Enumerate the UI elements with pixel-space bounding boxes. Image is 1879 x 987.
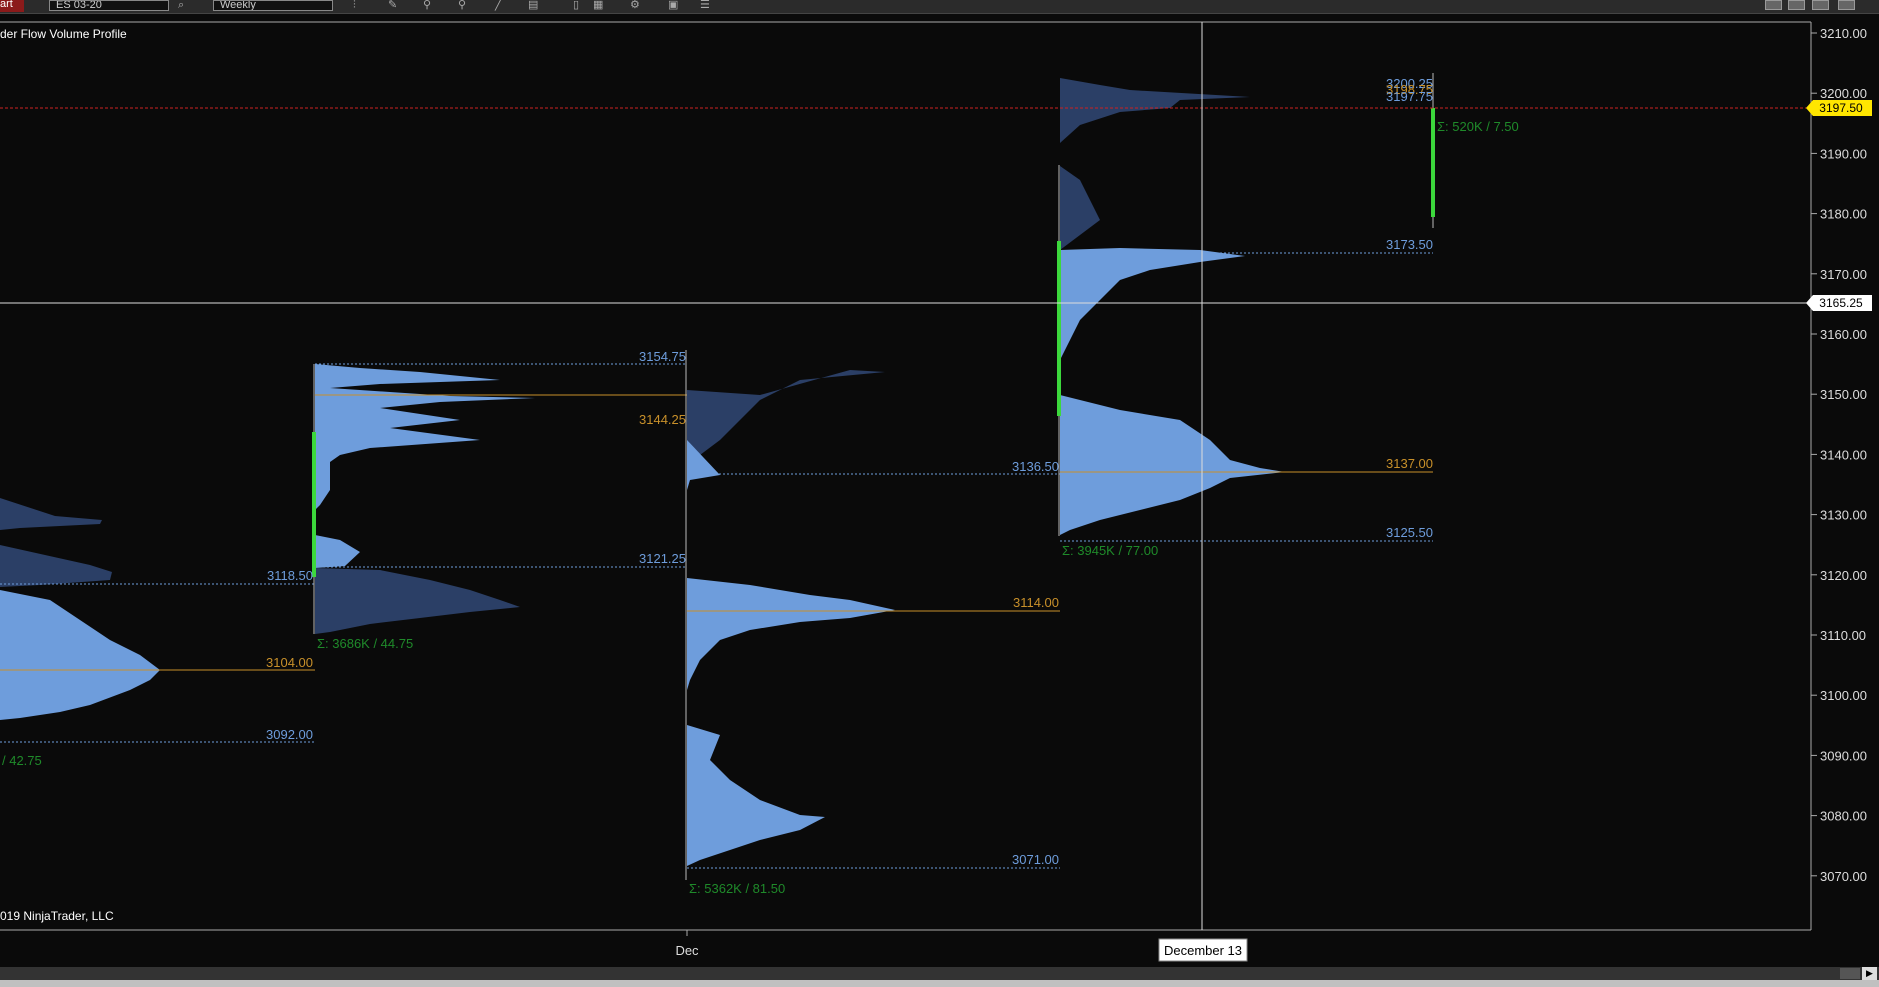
- sigma-label: Σ: 3945K / 77.00: [1062, 543, 1158, 558]
- last-price-badge: 3197.50: [1806, 100, 1872, 116]
- y-tick-label: 3110.00: [1820, 628, 1866, 643]
- crosshair-price-value: 3165.25: [1819, 296, 1863, 310]
- va-low-label: 3173.50: [1386, 237, 1433, 252]
- sigma-label: Σ: 5362K / 81.50: [689, 881, 785, 896]
- bottom-tab-strip[interactable]: [0, 980, 1879, 987]
- poc-label: 3137.00: [1386, 456, 1433, 471]
- time-axis[interactable]: Dec December 13: [675, 930, 1248, 962]
- y-tick-label: 3200.00: [1820, 86, 1867, 101]
- va-low-label: 3121.25: [639, 551, 686, 566]
- y-tick-label: 3170.00: [1820, 267, 1867, 282]
- y-tick-label: 3070.00: [1820, 869, 1867, 884]
- scrollbar-thumb[interactable]: [1840, 968, 1860, 979]
- chart-panel[interactable]: 3104.00 3092.00 / 42.75 3154.75 3144.25 …: [0, 0, 1879, 967]
- scroll-right-arrow-icon[interactable]: ▶: [1862, 967, 1877, 980]
- sigma-label: / 42.75: [2, 753, 42, 768]
- candle-body: [1431, 108, 1435, 217]
- y-tick-label: 3210.00: [1820, 26, 1867, 41]
- y-tick-label: 3100.00: [1820, 688, 1867, 703]
- sigma-label: Σ: 520K / 7.50: [1437, 119, 1519, 134]
- y-tick-label: 3190.00: [1820, 146, 1867, 161]
- va-low-label: 3071.00: [1012, 852, 1059, 867]
- mid-label: 3197.75: [1386, 89, 1433, 104]
- crosshair-date-value: December 13: [1164, 943, 1242, 958]
- volume-profile-2: [0, 363, 687, 634]
- x-tick-label: Dec: [675, 943, 699, 958]
- indicator-label: der Flow Volume Profile: [0, 27, 127, 41]
- y-tick-label: 3150.00: [1820, 387, 1867, 402]
- sigma-label: Σ: 3686K / 44.75: [317, 636, 413, 651]
- va-low-label: 3125.50: [1386, 525, 1433, 540]
- va-high-label: 3154.75: [639, 349, 686, 364]
- last-price-value: 3197.50: [1819, 101, 1863, 115]
- y-tick-label: 3120.00: [1820, 568, 1867, 583]
- candle-body: [312, 432, 316, 577]
- candle-body: [1057, 241, 1061, 416]
- volume-profile-3: [685, 350, 1060, 880]
- copyright-text: 019 NinjaTrader, LLC: [0, 909, 114, 923]
- poc-label: 3114.00: [1013, 595, 1059, 610]
- y-tick-label: 3160.00: [1820, 327, 1867, 342]
- poc-label: 3144.25: [639, 412, 686, 427]
- horizontal-scrollbar[interactable]: [0, 967, 1879, 980]
- price-axis[interactable]: 3210.00 3200.00 3190.00 3180.00 3170.00 3160.…: [1811, 26, 1867, 884]
- va-low-label: 3092.00: [266, 727, 313, 742]
- volume-profile-1: [0, 498, 315, 743]
- y-tick-label: 3180.00: [1820, 207, 1867, 222]
- volume-profile-4: [687, 78, 1433, 542]
- y-tick-label: 3130.00: [1820, 508, 1867, 523]
- low-label: 3118.50: [267, 568, 313, 583]
- y-tick-label: 3140.00: [1820, 447, 1867, 462]
- crosshair-price-badge: 3165.25: [1806, 295, 1872, 311]
- y-tick-label: 3080.00: [1820, 809, 1867, 824]
- poc-label: 3104.00: [266, 655, 313, 670]
- va-high-label: 3136.50: [1012, 459, 1059, 474]
- y-tick-label: 3090.00: [1820, 748, 1867, 763]
